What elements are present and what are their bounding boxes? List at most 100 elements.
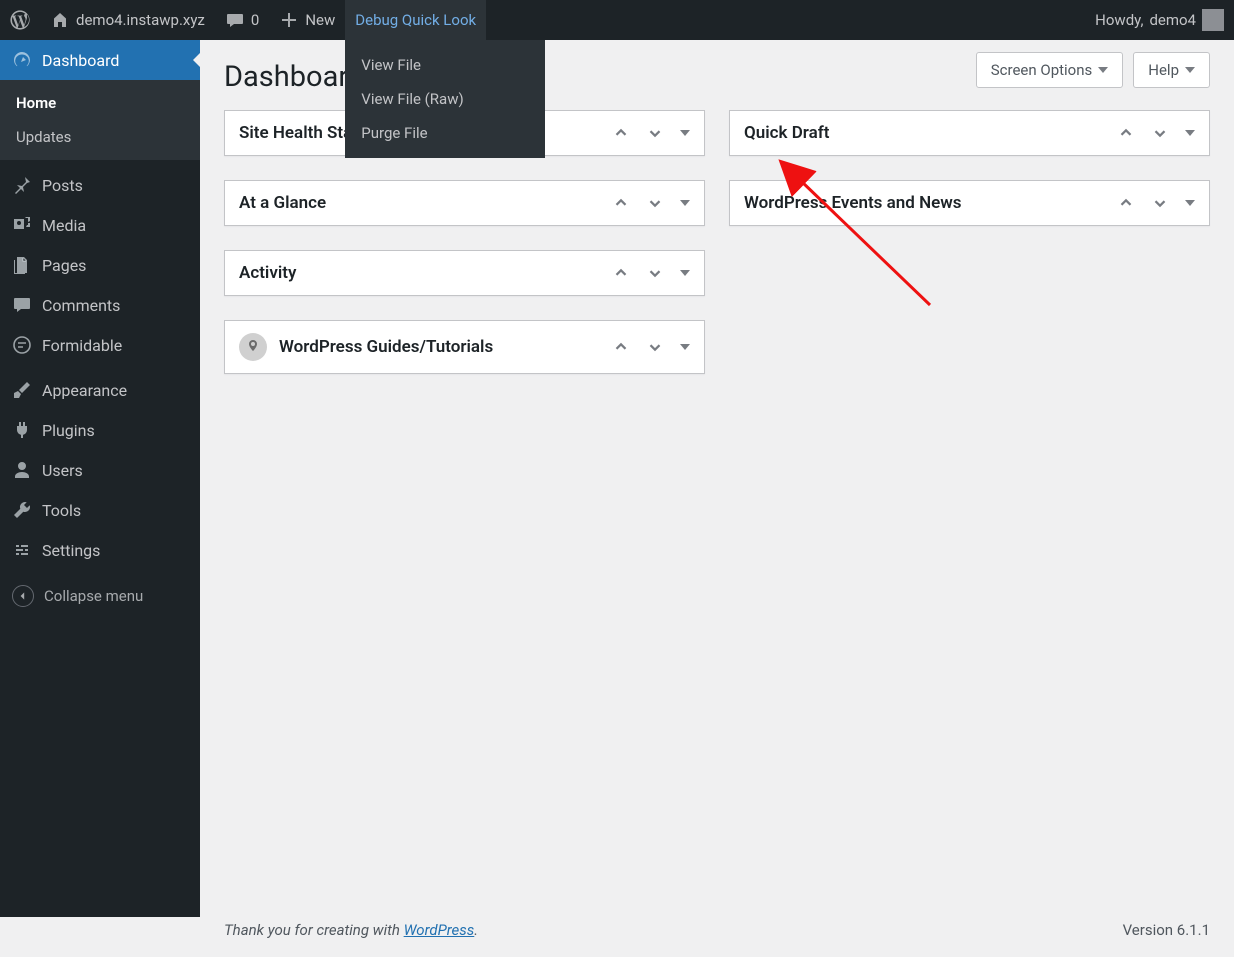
- sidebar-item-pages[interactable]: Pages: [0, 245, 200, 285]
- sidebar-item-label: Tools: [42, 501, 81, 520]
- wordpress-logo-icon: [10, 10, 30, 30]
- guide-avatar-icon: [239, 333, 267, 361]
- comment-bubble-icon: [225, 10, 245, 30]
- move-up-button[interactable]: [1117, 124, 1135, 142]
- footer-thanks-prefix: Thank you for creating with: [224, 921, 404, 939]
- triangle-down-icon: [680, 270, 690, 276]
- pages-icon: [12, 255, 32, 275]
- move-up-button[interactable]: [612, 264, 630, 282]
- admin-footer: Thank you for creating with WordPress. V…: [224, 921, 1210, 939]
- dashboard-column-right: Quick Draft WordPress Events and News: [729, 110, 1210, 374]
- move-up-button[interactable]: [612, 194, 630, 212]
- sidebar-item-media[interactable]: Media: [0, 205, 200, 245]
- move-up-button[interactable]: [612, 124, 630, 142]
- sidebar-item-formidable[interactable]: Formidable: [0, 325, 200, 365]
- move-up-button[interactable]: [612, 338, 630, 356]
- my-account-menu[interactable]: Howdy, demo4: [1085, 0, 1234, 40]
- footer-thanks-suffix: .: [474, 921, 478, 939]
- pin-icon: [12, 175, 32, 195]
- submenu-item-home[interactable]: Home: [0, 86, 200, 120]
- postbox-wp-guides: WordPress Guides/Tutorials: [224, 320, 705, 374]
- plug-icon: [12, 420, 32, 440]
- move-down-button[interactable]: [646, 124, 664, 142]
- screen-options-button[interactable]: Screen Options: [976, 52, 1124, 88]
- collapse-icon: [12, 585, 34, 607]
- triangle-down-icon: [680, 344, 690, 350]
- move-down-button[interactable]: [1151, 124, 1169, 142]
- help-button[interactable]: Help: [1133, 52, 1210, 88]
- submenu-item-updates[interactable]: Updates: [0, 120, 200, 154]
- sidebar-submenu: Home Updates: [0, 80, 200, 160]
- debug-item-purge-file[interactable]: Purge File: [345, 116, 545, 150]
- howdy-user: demo4: [1149, 11, 1196, 29]
- sidebar-item-comments[interactable]: Comments: [0, 285, 200, 325]
- sidebar-item-label: Pages: [42, 256, 86, 275]
- collapse-menu-button[interactable]: Collapse menu: [0, 575, 200, 617]
- sidebar-item-label: Comments: [42, 296, 120, 315]
- toggle-panel-button[interactable]: [680, 200, 690, 206]
- postbox-wp-events-news: WordPress Events and News: [729, 180, 1210, 226]
- home-icon: [50, 10, 70, 30]
- sidebar-item-label: Appearance: [42, 381, 127, 400]
- new-content-menu[interactable]: New: [269, 0, 345, 40]
- toggle-panel-button[interactable]: [1185, 130, 1195, 136]
- sidebar-item-plugins[interactable]: Plugins: [0, 410, 200, 450]
- postbox-activity: Activity: [224, 250, 705, 296]
- comment-icon: [12, 295, 32, 315]
- toggle-panel-button[interactable]: [680, 344, 690, 350]
- postbox-quick-draft: Quick Draft: [729, 110, 1210, 156]
- triangle-down-icon: [680, 130, 690, 136]
- sidebar-item-posts[interactable]: Posts: [0, 165, 200, 205]
- postbox-title: Activity: [239, 263, 296, 283]
- postbox-title: Quick Draft: [744, 123, 829, 143]
- triangle-down-icon: [1185, 130, 1195, 136]
- sidebar-item-settings[interactable]: Settings: [0, 530, 200, 570]
- footer-version: Version 6.1.1: [1123, 921, 1210, 939]
- sidebar-item-appearance[interactable]: Appearance: [0, 370, 200, 410]
- toggle-panel-button[interactable]: [680, 270, 690, 276]
- postbox-title: WordPress Events and News: [744, 193, 962, 213]
- sidebar-item-label: Dashboard: [42, 51, 119, 70]
- postbox-title: WordPress Guides/Tutorials: [279, 337, 493, 357]
- move-down-button[interactable]: [646, 194, 664, 212]
- triangle-down-icon: [1098, 67, 1108, 73]
- admin-sidebar: Dashboard Home Updates Posts Media Pages…: [0, 40, 200, 917]
- sidebar-item-label: Users: [42, 461, 83, 480]
- plus-icon: [279, 10, 299, 30]
- sidebar-item-users[interactable]: Users: [0, 450, 200, 490]
- toggle-panel-button[interactable]: [1185, 200, 1195, 206]
- footer-wp-link[interactable]: WordPress: [404, 921, 475, 939]
- sidebar-item-label: Plugins: [42, 421, 95, 440]
- wp-logo-menu[interactable]: [0, 0, 40, 40]
- sidebar-item-label: Posts: [42, 176, 83, 195]
- move-down-button[interactable]: [1151, 194, 1169, 212]
- toggle-panel-button[interactable]: [680, 130, 690, 136]
- debug-label: Debug Quick Look: [355, 11, 476, 29]
- move-up-button[interactable]: [1117, 194, 1135, 212]
- postbox-title: At a Glance: [239, 193, 326, 213]
- debug-item-view-file-raw[interactable]: View File (Raw): [345, 82, 545, 116]
- sidebar-item-dashboard[interactable]: Dashboard: [0, 40, 200, 80]
- admin-bar: demo4.instawp.xyz 0 New Debug Quick Look…: [0, 0, 1234, 40]
- sidebar-item-tools[interactable]: Tools: [0, 490, 200, 530]
- collapse-label: Collapse menu: [44, 587, 143, 605]
- sidebar-item-label: Formidable: [42, 336, 122, 355]
- wrench-icon: [12, 500, 32, 520]
- media-icon: [12, 215, 32, 235]
- form-icon: [12, 335, 32, 355]
- sidebar-item-label: Settings: [42, 541, 100, 560]
- comments-count: 0: [251, 11, 259, 29]
- site-name-menu[interactable]: demo4.instawp.xyz: [40, 0, 215, 40]
- move-down-button[interactable]: [646, 264, 664, 282]
- move-down-button[interactable]: [646, 338, 664, 356]
- debug-item-view-file[interactable]: View File: [345, 48, 545, 82]
- triangle-down-icon: [1185, 200, 1195, 206]
- postbox-at-a-glance: At a Glance: [224, 180, 705, 226]
- comments-menu[interactable]: 0: [215, 0, 269, 40]
- sidebar-item-label: Media: [42, 216, 86, 235]
- brush-icon: [12, 380, 32, 400]
- debug-quick-look-menu[interactable]: Debug Quick Look View File View File (Ra…: [345, 0, 486, 40]
- new-label: New: [305, 11, 335, 29]
- content-area: Screen Options Help Dashboard Site Healt…: [200, 40, 1234, 917]
- help-label: Help: [1148, 61, 1179, 79]
